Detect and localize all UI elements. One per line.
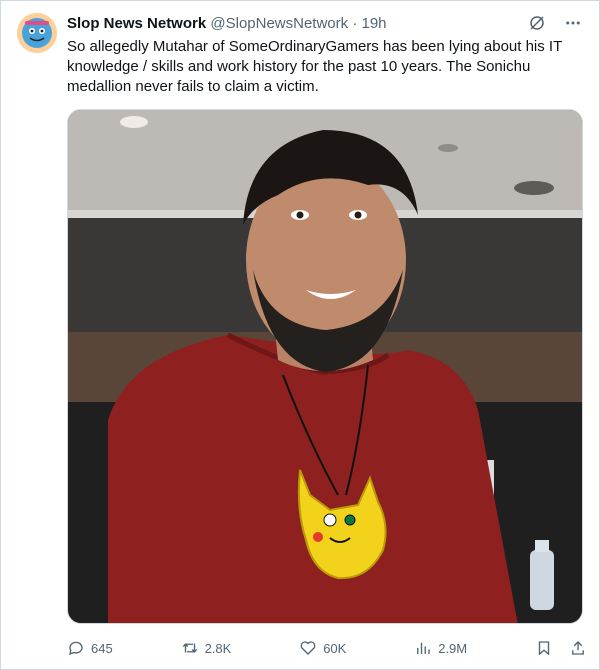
reply-icon bbox=[69, 641, 83, 656]
handle[interactable]: @SlopNewsNetwork bbox=[210, 15, 348, 32]
reply-button[interactable]: 645 bbox=[67, 639, 113, 657]
views-icon bbox=[417, 642, 430, 654]
grok-icon[interactable] bbox=[527, 13, 547, 33]
like-button[interactable]: 60K bbox=[299, 639, 346, 657]
tweet-text: So allegedly Mutahar of SomeOrdinaryGame… bbox=[67, 38, 562, 95]
share-button[interactable] bbox=[569, 639, 587, 657]
tweet-header: Slop News Network @SlopNewsNetwork · 19h bbox=[67, 14, 539, 34]
like-icon bbox=[300, 641, 316, 655]
retweet-icon bbox=[182, 643, 197, 653]
tweet-photo[interactable] bbox=[67, 109, 583, 624]
action-bar: 645 2.8K 60K 2.9M bbox=[67, 637, 587, 659]
display-name[interactable]: Slop News Network bbox=[67, 15, 206, 32]
retweet-button[interactable]: 2.8K bbox=[181, 639, 232, 657]
avatar[interactable] bbox=[17, 13, 57, 53]
like-count: 60K bbox=[323, 640, 347, 656]
reply-count: 645 bbox=[91, 640, 113, 656]
timestamp[interactable]: 19h bbox=[362, 15, 387, 32]
top-actions bbox=[527, 13, 583, 33]
retweet-count: 2.8K bbox=[204, 640, 232, 656]
more-icon[interactable] bbox=[563, 13, 583, 33]
views-count: 2.9M bbox=[438, 640, 468, 656]
separator-dot: · bbox=[352, 15, 358, 32]
bookmark-icon bbox=[538, 641, 550, 656]
share-icon bbox=[572, 641, 584, 655]
views-button[interactable]: 2.9M bbox=[414, 639, 467, 657]
bookmark-button[interactable] bbox=[535, 639, 553, 657]
tweet-card[interactable]: Slop News Network @SlopNewsNetwork · 19h… bbox=[0, 0, 600, 670]
